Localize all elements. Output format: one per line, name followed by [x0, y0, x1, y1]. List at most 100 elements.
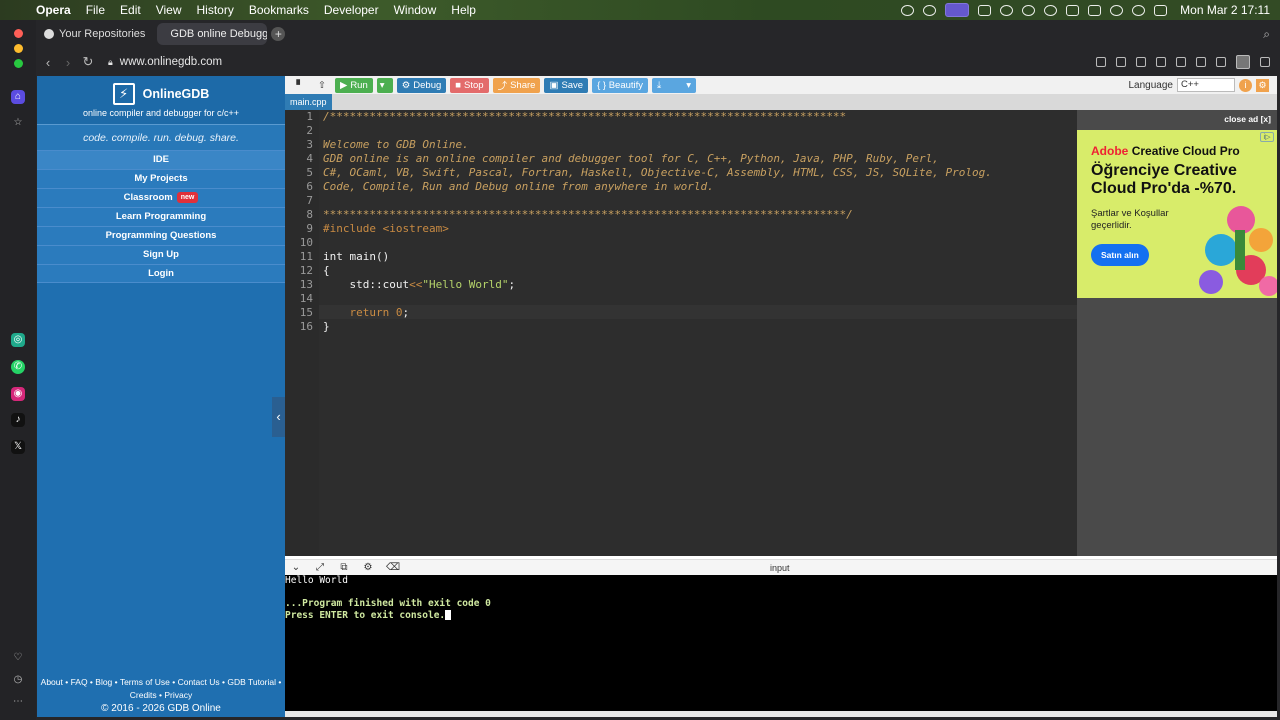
display-icon[interactable] — [1066, 4, 1080, 16]
menu-app[interactable]: Opera — [36, 3, 71, 17]
collapse-sidebar-button[interactable]: ‹ — [272, 397, 285, 437]
new-file-icon[interactable]: ▘ — [291, 78, 309, 93]
menu-edit[interactable]: Edit — [120, 3, 141, 17]
menu-developer[interactable]: Developer — [324, 3, 379, 17]
nav-classroom[interactable]: Classroom new — [37, 188, 285, 207]
player-icon[interactable] — [1156, 57, 1166, 67]
language-select[interactable]: C++ — [1177, 78, 1235, 92]
menu-icon[interactable] — [1216, 57, 1226, 67]
copy-console-icon[interactable]: ⧉ — [338, 562, 350, 573]
play-icon[interactable] — [1022, 4, 1036, 16]
battery-icon[interactable] — [1088, 4, 1102, 16]
volume-icon[interactable] — [1000, 4, 1014, 16]
console-settings-icon[interactable]: ⚙︎ — [362, 562, 374, 573]
nav-ide[interactable]: IDE — [37, 150, 285, 169]
download-icon[interactable] — [1196, 57, 1206, 67]
tab-search-icon[interactable]: ⌕ — [1263, 27, 1270, 42]
footer-links[interactable]: About • FAQ • Blog • Terms of Use • Cont… — [37, 676, 285, 689]
ad-flower-illustration — [1199, 206, 1277, 296]
forward-icon[interactable]: › — [58, 55, 78, 70]
close-ad-button[interactable]: close ad [x] — [1224, 114, 1271, 124]
save-icon: ▣ — [549, 79, 559, 91]
x-icon[interactable]: 𝕏 — [11, 440, 25, 454]
screen-record-icon[interactable] — [945, 3, 970, 17]
status-app-icon[interactable] — [978, 4, 992, 16]
star-icon[interactable]: ☆ — [11, 116, 25, 130]
site-footer: About • FAQ • Blog • Terms of Use • Cont… — [37, 673, 285, 717]
line-number: 10 — [299, 236, 313, 249]
profile-avatar[interactable] — [1236, 55, 1250, 69]
file-tab-main[interactable]: main.cpp — [285, 94, 332, 110]
run-button[interactable]: ▶ Run — [335, 77, 373, 93]
clear-console-icon[interactable]: ⌫ — [386, 562, 400, 573]
heart-icon[interactable]: ♡ — [11, 651, 25, 665]
whatsapp-icon[interactable]: ✆ — [11, 360, 25, 374]
wifi-icon[interactable] — [1110, 4, 1124, 16]
nav-login[interactable]: Login — [37, 264, 285, 283]
shield-icon[interactable] — [1136, 57, 1146, 67]
user-icon[interactable] — [1044, 4, 1058, 16]
tab-repositories[interactable]: Your Repositories — [36, 23, 153, 45]
extension-icon[interactable] — [1260, 57, 1270, 67]
history-clock-icon[interactable]: ◷ — [11, 673, 25, 687]
instagram-icon[interactable]: ◉ — [11, 387, 25, 401]
code-token: return — [323, 306, 396, 319]
close-window-icon[interactable] — [14, 29, 23, 38]
more-icon[interactable]: ⋯ — [11, 695, 25, 709]
menu-window[interactable]: Window — [394, 3, 437, 17]
menubar-clock[interactable]: Mon Mar 2 17:11 — [1180, 3, 1270, 17]
console-input-label[interactable]: input — [770, 563, 790, 573]
line-number: 2 — [306, 124, 313, 137]
nav-my-projects[interactable]: My Projects — [37, 169, 285, 188]
reload-icon[interactable]: ↻ — [78, 54, 98, 70]
url-field[interactable]: 🔒︎ www.onlinegdb.com — [108, 56, 222, 68]
camera-icon[interactable] — [1116, 57, 1126, 67]
status-gear-icon[interactable] — [901, 4, 915, 16]
back-icon[interactable]: ‹ — [38, 55, 58, 70]
collapse-console-icon[interactable]: ⌄ — [290, 562, 302, 573]
page-bottom-bar — [285, 711, 1277, 717]
control-center-icon[interactable] — [1154, 4, 1168, 16]
new-tab-button[interactable]: + — [271, 27, 286, 41]
status-circle-icon[interactable] — [923, 4, 937, 16]
run-dropdown-button[interactable]: ▾ — [376, 77, 393, 93]
settings-gear-icon[interactable]: ⚙︎ — [1256, 78, 1269, 92]
footer-links-2[interactable]: Credits • Privacy — [37, 689, 285, 702]
menu-help[interactable]: Help — [451, 3, 476, 17]
code-line: Welcome to GDB Online. — [323, 138, 469, 151]
ad-info-icon[interactable]: i▷ — [1260, 132, 1274, 142]
menu-bookmarks[interactable]: Bookmarks — [249, 3, 309, 17]
heart-outline-icon[interactable] — [1176, 57, 1186, 67]
tab-gdb[interactable]: GDB online Debugger | C — [157, 23, 268, 45]
console-output[interactable]: Hello World ...Program finished with exi… — [285, 575, 1277, 711]
chatgpt-icon[interactable]: ◎ — [11, 333, 25, 347]
nav-programming-questions[interactable]: Programming Questions — [37, 226, 285, 245]
share-button[interactable]: ⤴︎ Share — [492, 77, 541, 93]
nav-sign-up[interactable]: Sign Up — [37, 245, 285, 264]
stop-label: Stop — [464, 79, 484, 91]
stop-button[interactable]: ■ Stop — [450, 77, 489, 93]
save-button[interactable]: ▣ Save — [544, 77, 589, 93]
info-icon[interactable]: i — [1239, 78, 1252, 92]
site-logo[interactable]: ⚡︎ OnlineGDB online compiler and debugge… — [37, 76, 285, 124]
debug-icon: ⚙︎ — [401, 79, 411, 91]
edit-icon[interactable] — [1096, 57, 1106, 67]
ad-buy-button[interactable]: Satın alın — [1091, 244, 1149, 266]
menu-history[interactable]: History — [197, 3, 234, 17]
tiktok-icon[interactable]: ♪ — [11, 413, 25, 427]
menu-view[interactable]: View — [156, 3, 182, 17]
debug-button[interactable]: ⚙︎ Debug — [396, 77, 447, 93]
zoom-window-icon[interactable] — [14, 59, 23, 68]
menu-file[interactable]: File — [86, 3, 105, 17]
code-editor[interactable]: 1 2 3 4 5 6 7 8 9 10 11 12 13 14 15 16 /***************… — [285, 110, 1077, 556]
beautify-button[interactable]: { } Beautify — [592, 77, 649, 93]
home-icon[interactable]: ⌂ — [11, 90, 25, 104]
download-button[interactable]: ⤓ ▾ — [652, 77, 697, 93]
ad-banner[interactable]: i▷ Adobe Creative Cloud Pro Öğrenciye Cr… — [1077, 130, 1277, 298]
expand-console-icon[interactable]: ⤢ — [314, 562, 326, 573]
upload-icon[interactable]: ⇧ — [313, 78, 331, 93]
spotlight-search-icon[interactable] — [1132, 4, 1146, 16]
minimize-window-icon[interactable] — [14, 44, 23, 53]
nav-learn-programming[interactable]: Learn Programming — [37, 207, 285, 226]
line-number: 1 — [306, 110, 313, 123]
